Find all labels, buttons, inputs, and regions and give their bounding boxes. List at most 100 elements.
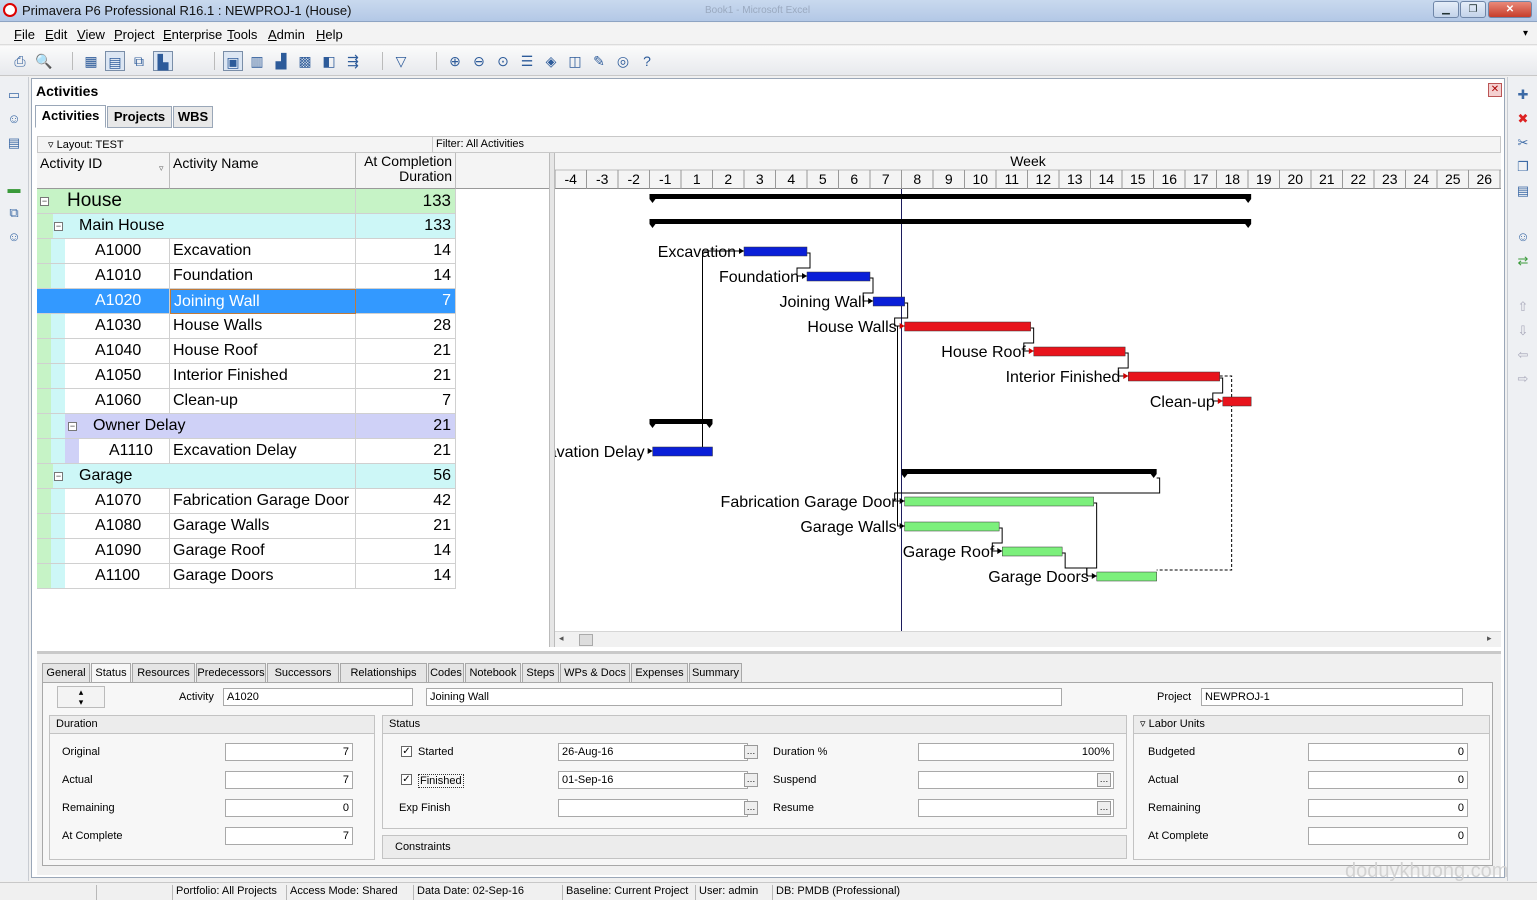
split-view-icon[interactable]: ◫ (565, 51, 585, 71)
resume-field[interactable] (918, 799, 1114, 817)
assignments-nav-icon[interactable]: ☺ (5, 229, 23, 245)
menu-admin[interactable]: Admin (268, 27, 305, 42)
activity-name-cell[interactable]: House Walls (170, 314, 356, 339)
activity-name-cell[interactable]: Garage Roof (170, 539, 356, 564)
activity-row[interactable]: A1030 House Walls 28 (37, 314, 456, 339)
activity-id-cell[interactable]: A1020 (65, 289, 170, 314)
collapse-toggle-icon[interactable]: − (68, 422, 77, 431)
activity-id-cell[interactable]: A1000 (65, 239, 170, 264)
table-icon[interactable]: ▥ (247, 51, 267, 71)
zoom-out-icon[interactable]: ⊖ (469, 51, 489, 71)
activity-row[interactable]: A1060 Clean-up 7 (37, 389, 456, 414)
activity-row[interactable]: A1070 Fabrication Garage Door 42 (37, 489, 456, 514)
activity-id-cell[interactable]: A1060 (65, 389, 170, 414)
finished-date-field[interactable]: 01-Sep-16 (558, 771, 748, 789)
layout-dropdown[interactable]: ▿ Layout: TEST (48, 138, 124, 151)
activity-name-cell[interactable]: Clean-up (170, 389, 356, 414)
tips-icon[interactable]: ◎ (613, 51, 633, 71)
activity-row[interactable]: A1110 Excavation Delay 21 (37, 439, 456, 464)
menu-edit[interactable]: Edit (45, 27, 67, 42)
activity-name-cell[interactable]: Garage Walls (170, 514, 356, 539)
move-up-icon[interactable]: ⇧ (1514, 299, 1532, 315)
duration-cell[interactable]: 42 (356, 489, 456, 514)
activity-id-cell[interactable]: A1100 (65, 564, 170, 589)
delete-icon[interactable]: ✖ (1514, 111, 1532, 127)
add-icon[interactable]: ✚ (1514, 87, 1532, 103)
exp-finish-field[interactable] (558, 799, 748, 817)
collapse-toggle-icon[interactable]: − (54, 472, 63, 481)
activity-name-field[interactable]: Joining Wall (426, 688, 1062, 706)
summary-bar[interactable] (649, 219, 1252, 224)
scroll-right-icon[interactable]: ▸ (1487, 633, 1492, 644)
scrollbar-thumb[interactable] (579, 634, 593, 646)
started-date-field[interactable]: 26-Aug-16 (558, 743, 748, 761)
close-window-button[interactable]: ✕ (1488, 1, 1532, 18)
move-left-icon[interactable]: ⇦ (1514, 347, 1532, 363)
resources-nav-icon[interactable]: ☺ (5, 111, 23, 127)
activity-bar[interactable] (1222, 396, 1252, 407)
activity-id-cell[interactable]: A1010 (65, 264, 170, 289)
move-down-icon[interactable]: ⇩ (1514, 323, 1532, 339)
duration-cell[interactable]: 28 (356, 314, 456, 339)
exp-finish-picker-button[interactable]: … (744, 801, 758, 815)
duration-cell[interactable]: 7 (356, 289, 456, 314)
collapse-toggle-icon[interactable]: − (40, 197, 49, 206)
details-tab-steps[interactable]: Steps (522, 663, 559, 683)
details-tab-relationships[interactable]: Relationships (340, 663, 427, 683)
details-tab-codes[interactable]: Codes (428, 663, 464, 683)
wbs-row[interactable]: Garage − 56 (37, 464, 456, 489)
wbs-nav-icon[interactable]: ▬ (5, 181, 23, 197)
at-complete-duration-field[interactable]: 7 (225, 827, 353, 845)
activity-id-cell[interactable]: A1090 (65, 539, 170, 564)
column-header-activity-name[interactable]: Activity Name (170, 153, 356, 189)
assign-role-icon[interactable]: ⇄ (1514, 253, 1532, 269)
activity-name-cell[interactable]: Interior Finished (170, 364, 356, 389)
menu-tools[interactable]: Tools (227, 27, 257, 42)
activity-id-field[interactable]: A1020 (223, 688, 413, 706)
network-icon[interactable]: ⧉ (129, 51, 149, 71)
activity-name-cell[interactable]: Excavation (170, 239, 356, 264)
filter-label[interactable]: Filter: All Activities (436, 138, 524, 150)
activity-row[interactable]: A1100 Garage Doors 14 (37, 564, 456, 589)
actual-units-field[interactable]: 0 (1308, 771, 1468, 789)
scroll-left-icon[interactable]: ◂ (559, 633, 564, 644)
activities-nav-icon[interactable]: ⧉ (5, 205, 23, 221)
details-tab-general[interactable]: General (42, 663, 90, 683)
activity-bar[interactable] (904, 321, 1031, 332)
activity-name-cell[interactable]: Fabrication Garage Door (170, 489, 356, 514)
zoom-fit-icon[interactable]: ⊙ (493, 51, 513, 71)
wbs-row[interactable]: Owner Delay − 21 (37, 414, 456, 439)
activity-row[interactable]: A1050 Interior Finished 21 (37, 364, 456, 389)
activity-bar[interactable] (743, 246, 808, 257)
projects-nav-icon[interactable]: ▭ (5, 87, 23, 103)
activity-id-cell[interactable]: A1030 (65, 314, 170, 339)
budgeted-units-field[interactable]: 0 (1308, 743, 1468, 761)
finished-date-picker-button[interactable]: … (744, 773, 758, 787)
filter-icon[interactable]: ▽ (391, 51, 411, 71)
actual-duration-field[interactable]: 7 (225, 771, 353, 789)
reports-nav-icon[interactable]: ▤ (5, 135, 23, 151)
activity-bar[interactable] (652, 446, 713, 457)
activity-row[interactable]: A1020 Joining Wall 7 (37, 289, 456, 314)
tab-wbs[interactable]: WBS (173, 106, 213, 128)
summary-bar[interactable] (649, 194, 1252, 199)
activity-row[interactable]: A1010 Foundation 14 (37, 264, 456, 289)
resource-usage-icon[interactable]: ▩ (295, 51, 315, 71)
duration-cell[interactable]: 21 (356, 414, 456, 439)
wbs-row[interactable]: Main House − 133 (37, 214, 456, 239)
details-tab-predecessors[interactable]: Predecessors (196, 663, 266, 683)
activity-bar[interactable] (872, 296, 905, 307)
menu-view[interactable]: View (77, 27, 105, 42)
activity-id-cell[interactable]: A1080 (65, 514, 170, 539)
activity-bar[interactable] (1096, 571, 1157, 582)
expand-icon[interactable]: ☰ (517, 51, 537, 71)
trace-logic-icon[interactable]: ⇶ (343, 51, 363, 71)
cut-icon[interactable]: ✂ (1514, 135, 1532, 151)
next-activity-icon[interactable]: ▾ (58, 697, 104, 707)
started-checkbox[interactable]: ✓ (401, 746, 412, 757)
restore-button[interactable]: ❐ (1460, 1, 1486, 18)
activity-bar[interactable] (1128, 371, 1220, 382)
remaining-units-field[interactable]: 0 (1308, 799, 1468, 817)
tab-projects[interactable]: Projects (107, 106, 172, 128)
menu-enterprise[interactable]: Enterprise (163, 27, 222, 42)
